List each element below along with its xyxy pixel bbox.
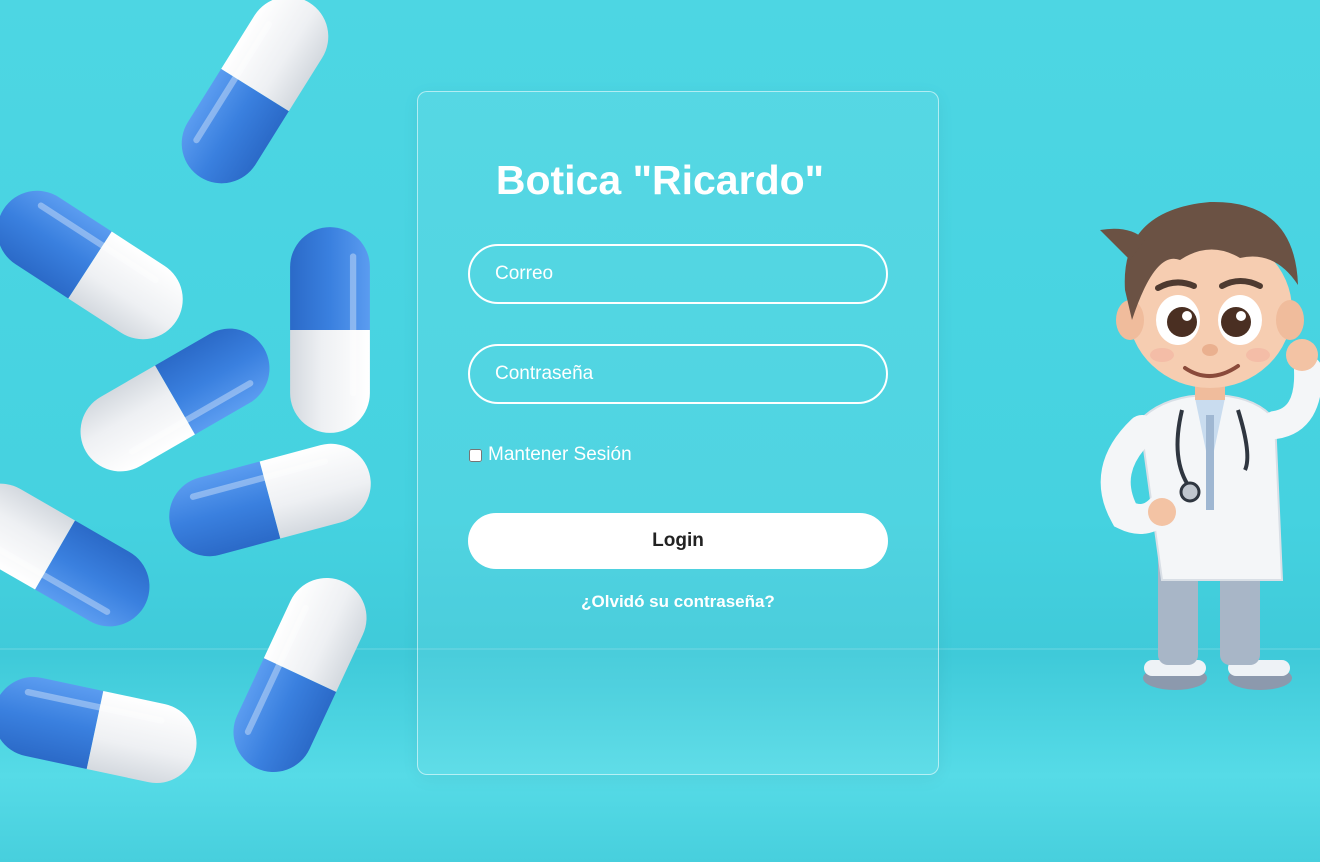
capsule-3	[290, 227, 370, 433]
capsule-8	[0, 670, 204, 791]
login-button[interactable]: Login	[468, 513, 888, 569]
doctor-character-illustration	[1100, 201, 1320, 690]
remember-session-label: Mantener Sesión	[488, 444, 632, 465]
remember-session[interactable]: Mantener Sesión	[468, 442, 632, 468]
app-title: Botica "Ricardo"	[495, 157, 825, 203]
password-input[interactable]	[468, 344, 888, 404]
capsule-7	[220, 565, 379, 785]
capsules-illustration	[0, 0, 420, 862]
forgot-password-link[interactable]: ¿Olvidó su contraseña?	[468, 592, 888, 612]
capsule-4	[66, 314, 284, 486]
email-input[interactable]	[468, 244, 888, 304]
capsule-5	[160, 435, 379, 565]
capsule-6	[0, 469, 164, 641]
remember-session-checkbox[interactable]	[469, 448, 482, 462]
